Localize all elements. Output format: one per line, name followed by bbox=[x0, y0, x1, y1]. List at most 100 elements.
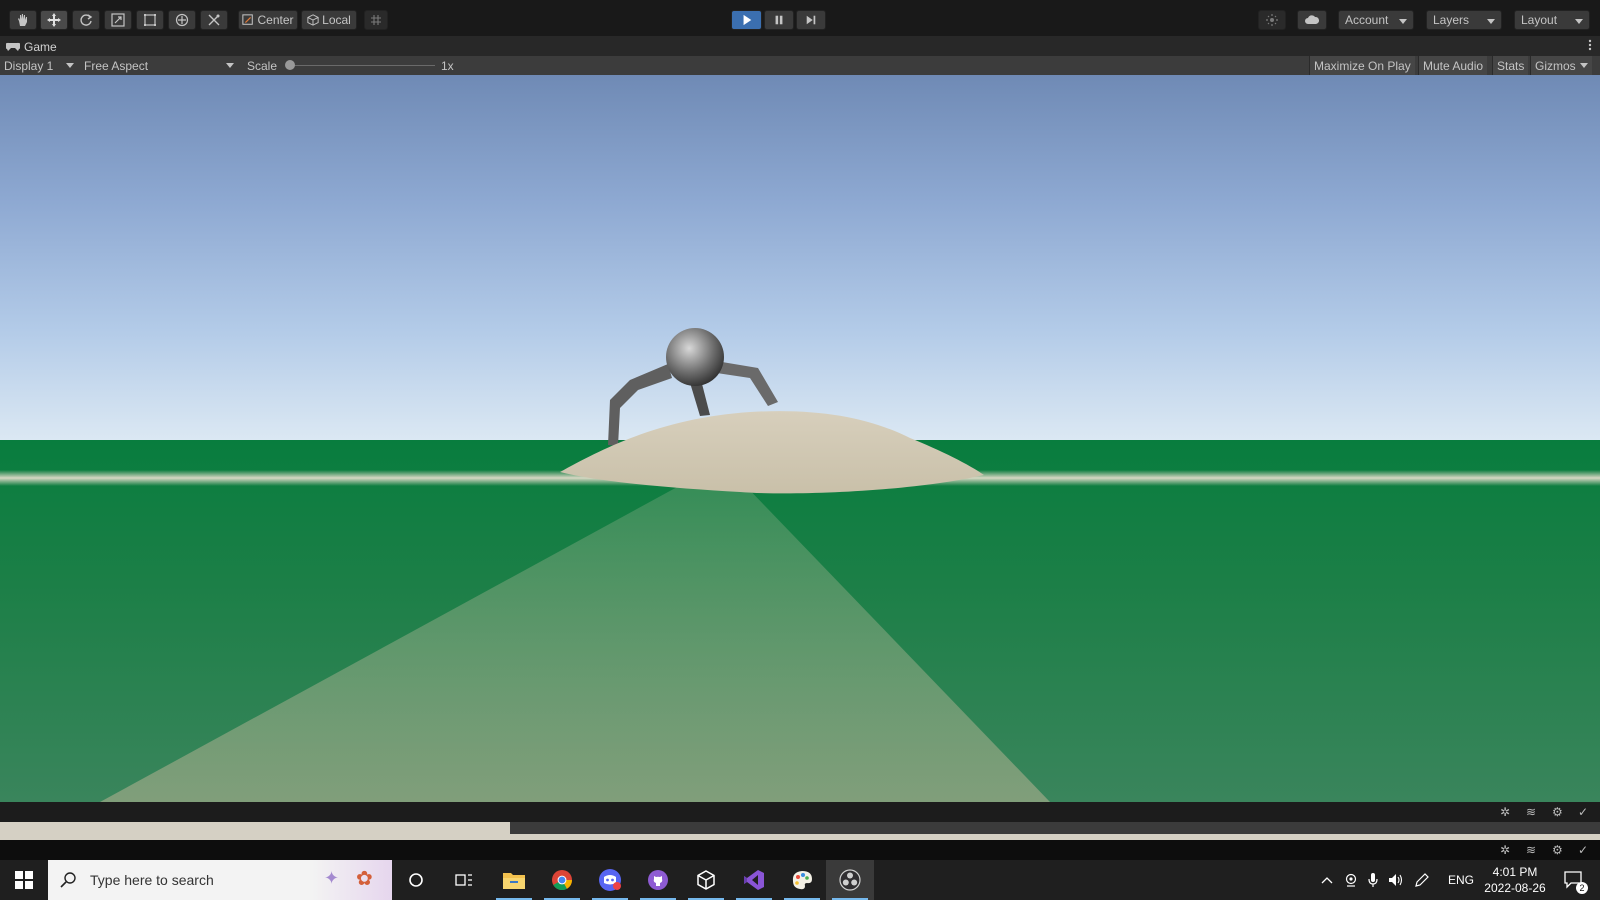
clock[interactable]: 4:01 PM 2022-08-26 bbox=[1480, 860, 1550, 900]
status-strip-secondary: ✲ ≋ ⚙ ✓ bbox=[0, 840, 1600, 860]
move-tool-button[interactable] bbox=[40, 10, 68, 30]
move-icon bbox=[47, 13, 61, 27]
pause-icon bbox=[775, 15, 783, 25]
collab-icon bbox=[1266, 14, 1278, 26]
display-dropdown[interactable]: Display 1 bbox=[4, 56, 78, 75]
github-icon bbox=[648, 870, 668, 890]
scale-tool-button[interactable] bbox=[104, 10, 132, 30]
cortana-icon bbox=[409, 873, 423, 887]
app-discord[interactable] bbox=[586, 860, 634, 900]
app-chrome[interactable] bbox=[538, 860, 586, 900]
tray-pen[interactable] bbox=[1410, 860, 1434, 900]
file-explorer-icon bbox=[503, 873, 525, 889]
mascot-icon: ✿ bbox=[356, 868, 373, 890]
tray-webcam[interactable] bbox=[1340, 860, 1362, 900]
app-unity[interactable] bbox=[682, 860, 730, 900]
panel-tab-bar: Game bbox=[0, 36, 1600, 56]
check-icon[interactable]: ✓ bbox=[1578, 843, 1588, 857]
maximize-on-play-toggle[interactable]: Maximize On Play bbox=[1309, 56, 1415, 75]
aspect-dropdown[interactable]: Free Aspect bbox=[84, 56, 238, 75]
show-hidden-icons-button[interactable] bbox=[1316, 860, 1338, 900]
microphone-icon bbox=[1368, 873, 1378, 887]
obs-icon bbox=[839, 869, 861, 891]
search-highlight-illustration: ✦ ✿ bbox=[312, 860, 392, 900]
notification-count-badge: 2 bbox=[1576, 882, 1588, 894]
app-file-explorer[interactable] bbox=[490, 860, 538, 900]
tray-microphone[interactable] bbox=[1362, 860, 1384, 900]
visual-studio-icon bbox=[744, 870, 764, 890]
sand-mound bbox=[560, 411, 984, 494]
check-icon[interactable]: ✓ bbox=[1578, 805, 1588, 819]
app-github[interactable] bbox=[634, 860, 682, 900]
app-visual-studio[interactable] bbox=[730, 860, 778, 900]
tray-volume[interactable] bbox=[1384, 860, 1408, 900]
rect-tool-button[interactable] bbox=[136, 10, 164, 30]
grid-snap-button[interactable] bbox=[364, 10, 388, 30]
account-dropdown[interactable]: Account bbox=[1338, 10, 1414, 30]
pause-button[interactable] bbox=[764, 10, 794, 30]
hand-tool-button[interactable] bbox=[9, 10, 37, 30]
robot-head-sphere bbox=[666, 328, 724, 386]
transform-tool-button[interactable] bbox=[168, 10, 196, 30]
app-obs[interactable] bbox=[826, 860, 874, 900]
layers-stack-icon[interactable]: ≋ bbox=[1526, 805, 1536, 819]
aspect-label: Free Aspect bbox=[84, 58, 149, 73]
debug-icon[interactable]: ✲ bbox=[1500, 805, 1510, 819]
debug-icon[interactable]: ✲ bbox=[1500, 843, 1510, 857]
custom-tool-button[interactable] bbox=[200, 10, 228, 30]
clock-time: 4:01 PM bbox=[1492, 865, 1538, 879]
sparkle-icon: ✦ bbox=[324, 868, 340, 888]
search-icon bbox=[60, 872, 76, 888]
scale-slider-track bbox=[289, 65, 435, 66]
scale-label: Scale bbox=[247, 58, 278, 73]
search-placeholder: Type here to search bbox=[90, 872, 214, 888]
paint-icon bbox=[792, 871, 812, 890]
webcam-icon bbox=[1345, 873, 1357, 887]
settings-icon[interactable]: ⚙ bbox=[1552, 805, 1563, 819]
tab-game-label: Game bbox=[24, 40, 57, 54]
settings-icon[interactable]: ⚙ bbox=[1552, 843, 1563, 857]
layers-stack-icon[interactable]: ≋ bbox=[1526, 843, 1536, 857]
game-view-controls: Display 1 Free Aspect Scale 1x Maximize … bbox=[0, 56, 1600, 76]
player-robot bbox=[560, 328, 984, 494]
layout-dropdown[interactable]: Layout bbox=[1514, 10, 1590, 30]
step-button[interactable] bbox=[796, 10, 826, 30]
pen-icon bbox=[1415, 873, 1429, 887]
start-button[interactable] bbox=[0, 860, 48, 900]
scale-slider-thumb[interactable] bbox=[285, 60, 295, 70]
kebab-menu-icon[interactable] bbox=[1588, 38, 1592, 52]
main-toolbar: Center Local Account Layers Layout bbox=[0, 5, 1600, 36]
task-view-button[interactable] bbox=[440, 860, 488, 900]
recording-panel bbox=[510, 822, 1600, 834]
windows-taskbar: Type here to search ✦ ✿ ENG 4:01 PM 2022… bbox=[0, 860, 1600, 900]
cloud-button[interactable] bbox=[1297, 10, 1327, 30]
tab-game[interactable]: Game bbox=[6, 38, 57, 56]
pivot-label: Center bbox=[257, 13, 294, 27]
hand-icon bbox=[18, 14, 27, 26]
gizmos-dropdown[interactable]: Gizmos bbox=[1530, 56, 1592, 75]
gamepad-icon bbox=[6, 42, 20, 51]
cortana-button[interactable] bbox=[392, 860, 440, 900]
app-paint[interactable] bbox=[778, 860, 826, 900]
unity-icon bbox=[697, 870, 715, 890]
game-viewport[interactable] bbox=[0, 75, 1600, 802]
mute-audio-toggle[interactable]: Mute Audio bbox=[1418, 56, 1488, 75]
action-center-button[interactable]: 2 bbox=[1556, 860, 1592, 900]
transform-icon bbox=[175, 13, 189, 27]
collab-button[interactable] bbox=[1258, 10, 1286, 30]
speaker-icon bbox=[1389, 874, 1403, 886]
layers-dropdown[interactable]: Layers bbox=[1426, 10, 1502, 30]
rotate-tool-button[interactable] bbox=[72, 10, 100, 30]
taskbar-search[interactable]: Type here to search ✦ ✿ bbox=[48, 860, 392, 900]
scale-value: 1x bbox=[441, 58, 454, 73]
recording-strip bbox=[0, 822, 1600, 840]
pivot-toggle-button[interactable]: Center bbox=[238, 10, 298, 30]
scale-slider[interactable] bbox=[285, 56, 435, 75]
play-button[interactable] bbox=[731, 10, 762, 30]
space-toggle-button[interactable]: Local bbox=[301, 10, 357, 30]
clock-date: 2022-08-26 bbox=[1484, 881, 1546, 895]
language-indicator[interactable]: ENG bbox=[1446, 860, 1476, 900]
chevron-up-icon bbox=[1321, 877, 1333, 884]
status-strip: ✲ ≋ ⚙ ✓ bbox=[0, 802, 1600, 822]
stats-toggle[interactable]: Stats bbox=[1492, 56, 1529, 75]
